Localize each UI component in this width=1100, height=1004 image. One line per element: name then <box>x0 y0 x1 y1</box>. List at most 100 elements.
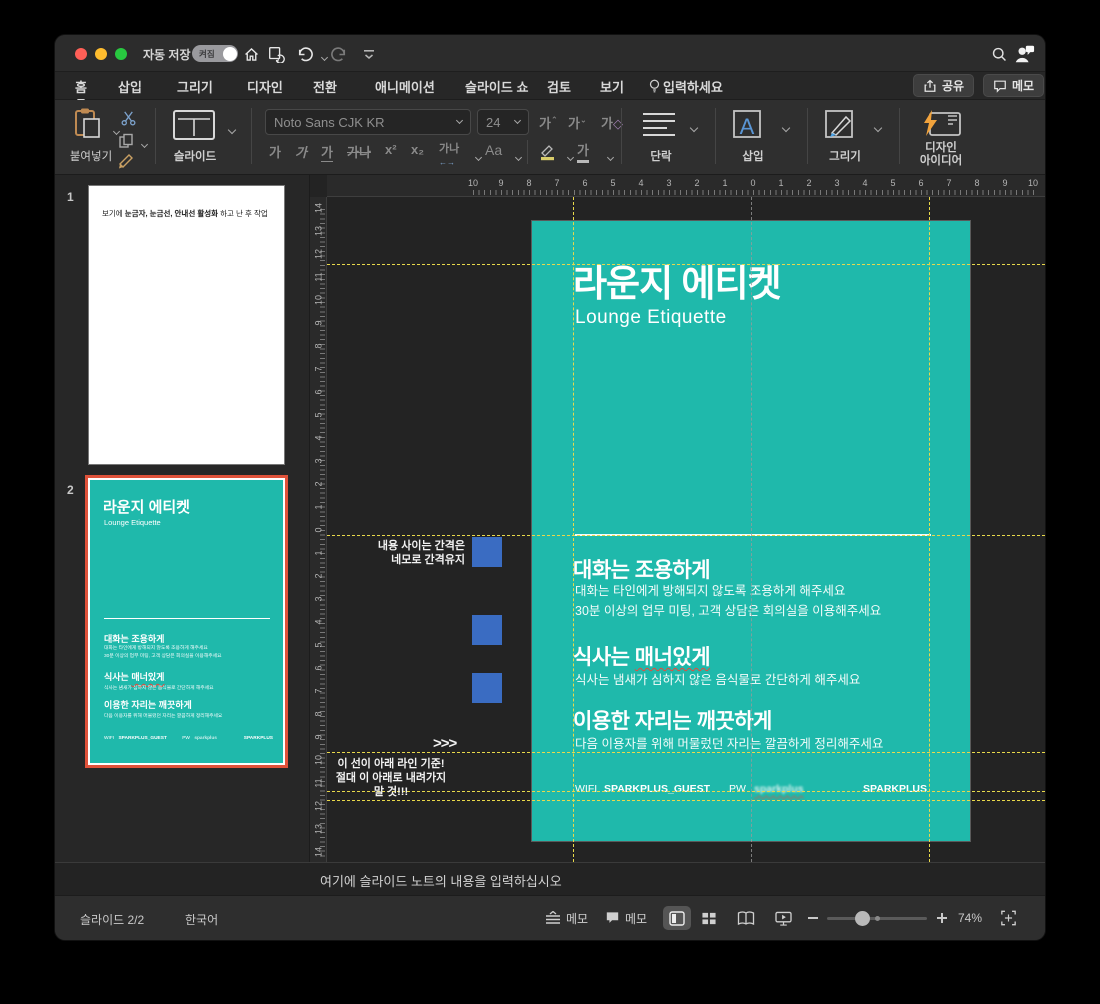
guide-horizontal-2[interactable] <box>327 535 1045 536</box>
tab-slideshow[interactable]: 슬라이드 쇼 <box>465 77 528 96</box>
paragraph-icon[interactable] <box>639 110 679 138</box>
normal-view-button[interactable] <box>663 906 691 930</box>
change-case-button[interactable]: Aa <box>485 142 502 158</box>
design-ideas-icon[interactable] <box>917 108 963 140</box>
undo-icon[interactable] <box>293 43 315 65</box>
comments-toggle-button[interactable]: 메모 <box>605 907 647 929</box>
section3-body[interactable]: 다음 이용자를 위해 머물렀던 자리는 깔끔하게 정리해주세요 <box>575 734 883 754</box>
tab-insert[interactable]: 삽입 <box>118 77 142 96</box>
tab-animations[interactable]: 애니메이션 <box>375 77 435 96</box>
slide-subtitle[interactable]: Lounge Etiquette <box>575 307 727 329</box>
close-window-button[interactable] <box>75 48 87 60</box>
spacing-square-1[interactable] <box>472 537 502 567</box>
grow-font-button[interactable]: 가⌃ <box>539 113 558 132</box>
font-name-select[interactable]: Noto Sans CJK KR <box>265 109 471 135</box>
guide-horizontal-3[interactable] <box>327 752 1045 753</box>
save-icon[interactable] <box>265 43 287 65</box>
font-color-chevron-icon[interactable] <box>599 148 621 170</box>
zoom-slider-tick <box>875 916 880 921</box>
guide-horizontal-1[interactable] <box>327 264 1045 265</box>
tell-me-box[interactable]: 입력하세요 <box>663 77 723 96</box>
comments-button[interactable]: 메모 <box>983 74 1045 97</box>
clear-formatting-button[interactable]: 가◇ <box>601 113 623 132</box>
insert-group-label: 삽입 <box>742 151 764 163</box>
notes-toggle-button[interactable]: 메모 <box>545 907 588 929</box>
redo-icon[interactable] <box>328 43 350 65</box>
slide-title[interactable]: 라운지 에티켓 <box>573 253 782 307</box>
account-avatar-icon[interactable] <box>1013 43 1035 65</box>
zoom-in-button[interactable] <box>937 907 947 929</box>
shrink-font-button[interactable]: 가⌄ <box>568 113 587 132</box>
highlight-color-icon[interactable] <box>537 142 557 162</box>
slideshow-view-button[interactable] <box>775 907 792 929</box>
draw-icon[interactable] <box>823 108 865 142</box>
ruler-number: 10 <box>1027 178 1039 188</box>
zoom-slider[interactable] <box>827 911 927 926</box>
section2-body[interactable]: 식사는 냄새가 심하지 않은 음식물로 간단하게 해주세요 <box>575 670 860 690</box>
minimize-window-button[interactable] <box>95 48 107 60</box>
autosave-toggle[interactable]: 켜짐 <box>192 45 238 62</box>
slide1-thumbnail[interactable]: 보기에 눈금자, 눈금선, 안내선 활성화 하고 난 후 작업 <box>88 185 285 465</box>
superscript-button[interactable]: x² <box>385 142 397 157</box>
notes-pane[interactable]: 여기에 슬라이드 노트의 내용을 입력하십시오 <box>55 862 1045 895</box>
underline-button[interactable]: 가 <box>321 142 333 162</box>
baseline-annotation[interactable]: 이 선이 아래 라인 기준! 절대 이 아래로 내려가지 말 것!!! <box>330 757 452 799</box>
tab-review[interactable]: 검토 <box>547 77 571 96</box>
zoom-slider-knob[interactable] <box>855 911 870 926</box>
slide-editor-canvas[interactable]: 10 9 8 7 6 5 4 3 2 1 0 1 2 3 4 5 6 7 8 9 10 14 13 12 11 10 9 8 7 6 5 4… <box>310 175 1045 862</box>
tab-design[interactable]: 디자인 <box>247 77 283 96</box>
slide2-thumbnail-selected[interactable]: 라운지 에티켓 Lounge Etiquette 대화는 조용하게 대화는 타인… <box>85 475 288 768</box>
guide-vertical-center[interactable] <box>751 197 752 862</box>
new-slide-icon[interactable] <box>171 108 217 142</box>
spacing-annotation[interactable]: 내용 사이는 간격은 네모로 간격유지 <box>370 539 465 567</box>
ribbon-divider <box>807 108 808 164</box>
bold-button[interactable]: 가 <box>269 142 281 161</box>
section1-body[interactable]: 대화는 타인에게 방해되지 않도록 조용하게 해주세요 30분 이상의 업무 미… <box>575 581 881 621</box>
subscript-button[interactable]: x₂ <box>411 142 424 157</box>
paragraph-chevron-icon[interactable] <box>683 118 705 140</box>
guide-horizontal-5[interactable] <box>327 800 1045 801</box>
fit-slide-to-window-button[interactable] <box>1000 907 1017 929</box>
horizontal-ruler[interactable]: 10 9 8 7 6 5 4 3 2 1 0 1 2 3 4 5 6 7 8 9 10 <box>327 175 1045 197</box>
slide-sorter-view-button[interactable] <box>701 907 717 929</box>
share-button[interactable]: 공유 <box>913 74 975 97</box>
strikethrough-button[interactable]: 가나 <box>347 142 371 161</box>
ruler-number: 0 <box>313 527 324 533</box>
spacing-square-2[interactable] <box>472 615 502 645</box>
thumb-sec1-heading: 대화는 조용하게 <box>104 634 165 644</box>
reading-view-button[interactable] <box>737 907 755 929</box>
draw-chevron-icon[interactable] <box>867 118 889 140</box>
quick-access-more-icon[interactable] <box>358 43 380 65</box>
section3-heading[interactable]: 이용한 자리는 깨끗하게 <box>573 705 772 735</box>
character-spacing-button[interactable]: 가나 ←→ <box>439 140 459 168</box>
font-color-button[interactable]: 가 <box>577 140 589 163</box>
new-slide-chevron-icon[interactable] <box>221 120 243 142</box>
paste-icon[interactable] <box>71 106 105 142</box>
section1-heading[interactable]: 대화는 조용하게 <box>573 554 711 584</box>
insert-chevron-icon[interactable] <box>775 118 797 140</box>
tab-view[interactable]: 보기 <box>600 77 624 96</box>
italic-button[interactable]: 가 <box>295 142 307 161</box>
zoom-out-button[interactable] <box>808 907 818 929</box>
tab-home[interactable]: 홈 <box>75 77 87 102</box>
zoom-level[interactable]: 74% <box>958 911 982 925</box>
guide-vertical-right[interactable] <box>929 197 930 862</box>
zoom-window-button[interactable] <box>115 48 127 60</box>
vertical-ruler[interactable]: 14 13 12 11 10 9 8 7 6 5 4 3 2 1 0 1 2 3 4 5 6 7 8 9 10 11 12 13 14 <box>310 197 327 862</box>
tab-draw[interactable]: 그리기 <box>177 77 213 96</box>
home-icon[interactable] <box>240 43 262 65</box>
baseline-arrows[interactable]: >>> <box>433 736 457 751</box>
spacing-square-3[interactable] <box>472 673 502 703</box>
font-size-select[interactable]: 24 <box>477 109 529 135</box>
guide-vertical-left[interactable] <box>573 197 574 862</box>
search-icon[interactable] <box>988 43 1010 65</box>
section2-heading[interactable]: 식사는 매너있게 <box>573 641 711 671</box>
change-case-chevron-icon[interactable] <box>507 148 529 170</box>
cut-icon[interactable] <box>117 107 139 129</box>
tab-transitions[interactable]: 전환 <box>313 77 337 96</box>
thumb-title: 라운지 에티켓 <box>103 499 190 516</box>
format-painter-icon[interactable] <box>115 150 137 172</box>
insert-icon[interactable]: A <box>731 108 773 142</box>
ruler-number: 9 <box>1002 178 1008 188</box>
language-indicator[interactable]: 한국어 <box>185 911 218 928</box>
